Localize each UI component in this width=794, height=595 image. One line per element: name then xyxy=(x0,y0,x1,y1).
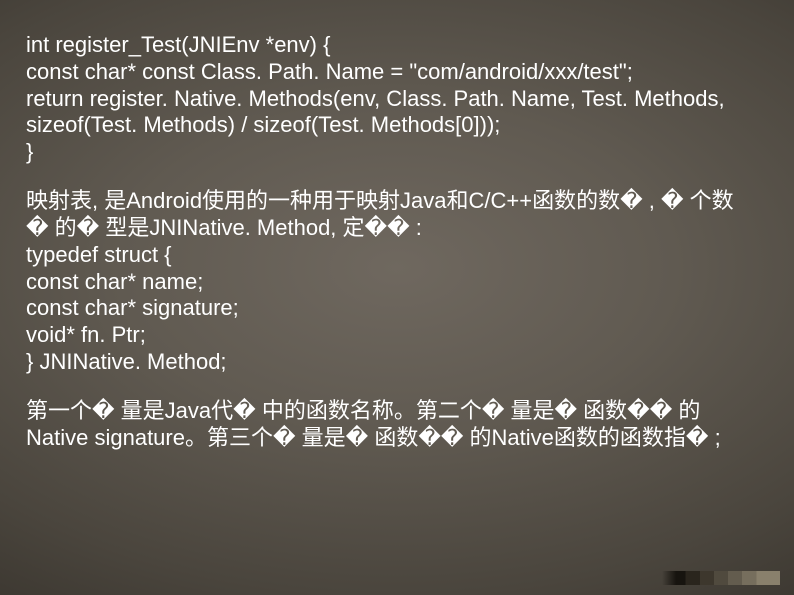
code-line: const char* signature; xyxy=(26,295,768,322)
text-line: Native signature。第三个� 量是� 函数�� 的Native函数… xyxy=(26,425,768,452)
code-line: sizeof(Test. Methods) / sizeof(Test. Met… xyxy=(26,112,768,139)
code-line: const char* name; xyxy=(26,269,768,296)
code-line: typedef struct { xyxy=(26,242,768,269)
code-line: int register_Test(JNIEnv *env) { xyxy=(26,32,768,59)
code-line: void* fn. Ptr; xyxy=(26,322,768,349)
text-block-2: 映射表, 是Android使用的一种用于映射Java和C/C++函数的数� , … xyxy=(26,188,768,376)
text-line: 映射表, 是Android使用的一种用于映射Java和C/C++函数的数� , … xyxy=(26,188,768,215)
text-line: 第一个� 量是Java代� 中的函数名称。第二个� 量是� 函数�� 的 xyxy=(26,398,768,425)
text-line: � 的� 型是JNINative. Method, 定�� : xyxy=(26,215,768,242)
code-line: } JNINative. Method; xyxy=(26,349,768,376)
footer-gradient-bar xyxy=(662,571,780,585)
code-line: return register. Native. Methods(env, Cl… xyxy=(26,86,768,113)
code-line: const char* const Class. Path. Name = "c… xyxy=(26,59,768,86)
text-block-3: 第一个� 量是Java代� 中的函数名称。第二个� 量是� 函数�� 的 Nat… xyxy=(26,398,768,452)
code-line: } xyxy=(26,139,768,166)
code-block-1: int register_Test(JNIEnv *env) { const c… xyxy=(26,32,768,166)
